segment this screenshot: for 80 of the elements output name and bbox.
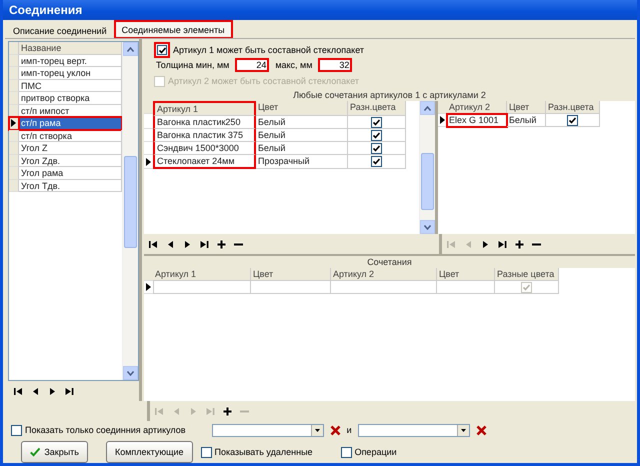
add-record-icon[interactable] bbox=[222, 406, 233, 416]
checkbox-label: Артикул 2 может быть составной стеклопакет bbox=[168, 76, 360, 86]
add-record-icon[interactable] bbox=[514, 238, 525, 250]
checkbox-label: Операции bbox=[354, 447, 397, 457]
table-cell: Белый bbox=[256, 116, 348, 129]
scrollbar[interactable] bbox=[122, 42, 138, 380]
first-record-icon[interactable] bbox=[148, 238, 159, 250]
table-cell: Прозрачный bbox=[256, 155, 348, 169]
checkmark-icon bbox=[523, 284, 530, 290]
first-record-icon[interactable] bbox=[13, 386, 24, 396]
column-header[interactable]: Разн.цвета bbox=[546, 101, 600, 114]
current-row-icon bbox=[146, 283, 151, 291]
last-record-icon[interactable] bbox=[199, 238, 210, 250]
row-header[interactable] bbox=[144, 155, 154, 169]
field-label: макс, мм bbox=[275, 60, 312, 70]
column-header[interactable]: Название bbox=[19, 42, 122, 54]
table-cell: Вагонка пластик250 bbox=[153, 116, 256, 129]
current-row-icon bbox=[440, 116, 445, 124]
table-checkbox[interactable] bbox=[371, 116, 382, 128]
checkbox[interactable] bbox=[340, 446, 352, 458]
checkmark-icon bbox=[30, 446, 40, 458]
row-header[interactable] bbox=[9, 117, 19, 130]
list-item[interactable]: ст/п рама bbox=[19, 117, 122, 130]
column-header[interactable]: Артикул 2 bbox=[331, 268, 437, 281]
table-checkbox[interactable] bbox=[371, 142, 382, 154]
table-checkbox[interactable] bbox=[371, 156, 382, 167]
checkbox[interactable] bbox=[154, 42, 170, 58]
column-header[interactable]: Цвет bbox=[507, 101, 546, 114]
close-button[interactable]: Закрыть bbox=[21, 441, 88, 463]
scroll-up-icon[interactable] bbox=[424, 106, 431, 110]
scrollbar[interactable] bbox=[419, 101, 435, 234]
table-cell: Белый bbox=[507, 114, 546, 127]
section-caption: Любые сочетания артикулов 1 с артикулами 2 bbox=[292, 89, 487, 101]
column-header[interactable]: Артикул 2 bbox=[447, 101, 507, 114]
current-row-icon bbox=[11, 118, 16, 127]
components-button[interactable]: Комплектующие bbox=[106, 441, 193, 463]
column-header[interactable]: Артикул 1 bbox=[153, 101, 256, 116]
checkbox[interactable] bbox=[11, 424, 22, 436]
dropdown-arrow-icon[interactable] bbox=[460, 428, 466, 432]
field-label: Толщина мин, мм bbox=[156, 60, 230, 70]
checkmark-icon bbox=[569, 116, 576, 124]
checkbox-label: Артикул 1 может быть составной стеклопакет bbox=[173, 45, 364, 55]
clear-icon[interactable] bbox=[330, 424, 341, 436]
column-header[interactable]: Цвет bbox=[251, 268, 331, 281]
section-caption: Сочетания bbox=[144, 254, 635, 268]
conjunction-label: и bbox=[346, 425, 352, 435]
table-checkbox[interactable] bbox=[567, 114, 578, 126]
row-header bbox=[144, 101, 154, 114]
window-title: Соединения bbox=[9, 3, 82, 17]
column-header[interactable]: Цвет bbox=[437, 268, 495, 281]
clear-icon[interactable] bbox=[476, 424, 487, 436]
last-record-icon[interactable] bbox=[64, 386, 75, 396]
table-cell: Белый bbox=[256, 142, 348, 155]
checkbox-label: Показать только соединния артикулов bbox=[25, 425, 186, 435]
dropdown-arrow-icon[interactable] bbox=[314, 428, 320, 432]
table-cell: Сэндвич 1500*3000 bbox=[153, 142, 256, 155]
checkmark-icon bbox=[158, 46, 166, 54]
tab[interactable]: Соединяемые элементы bbox=[114, 21, 232, 38]
scroll-thumb[interactable] bbox=[421, 153, 434, 210]
column-header[interactable]: Артикул 1 bbox=[153, 268, 251, 281]
scroll-down-icon[interactable] bbox=[127, 370, 134, 376]
scroll-thumb[interactable] bbox=[124, 156, 137, 248]
last-record-icon[interactable] bbox=[497, 238, 508, 250]
current-row-icon bbox=[146, 158, 151, 166]
table-cell: Белый bbox=[256, 129, 348, 142]
checkbox[interactable] bbox=[200, 446, 212, 458]
row-header bbox=[9, 42, 19, 54]
add-record-icon[interactable] bbox=[216, 238, 227, 250]
table-cell: Elex G 1001 bbox=[447, 114, 507, 127]
column-header[interactable]: Разные цвета bbox=[495, 268, 559, 281]
input-field[interactable]: 32 bbox=[318, 58, 352, 72]
input-field[interactable]: 24 bbox=[235, 58, 270, 72]
scroll-up-icon[interactable] bbox=[127, 46, 134, 52]
table-checkbox[interactable] bbox=[371, 130, 382, 140]
column-header[interactable]: Цвет bbox=[256, 101, 348, 116]
scroll-down-icon[interactable] bbox=[424, 224, 431, 230]
table-cell: Стеклопакет 24мм bbox=[153, 155, 256, 169]
column-header[interactable]: Разн.цвета bbox=[348, 101, 406, 116]
checkbox-label: Показывать удаленные bbox=[214, 447, 313, 457]
table-cell: Вагонка пластик 375 bbox=[153, 129, 256, 142]
